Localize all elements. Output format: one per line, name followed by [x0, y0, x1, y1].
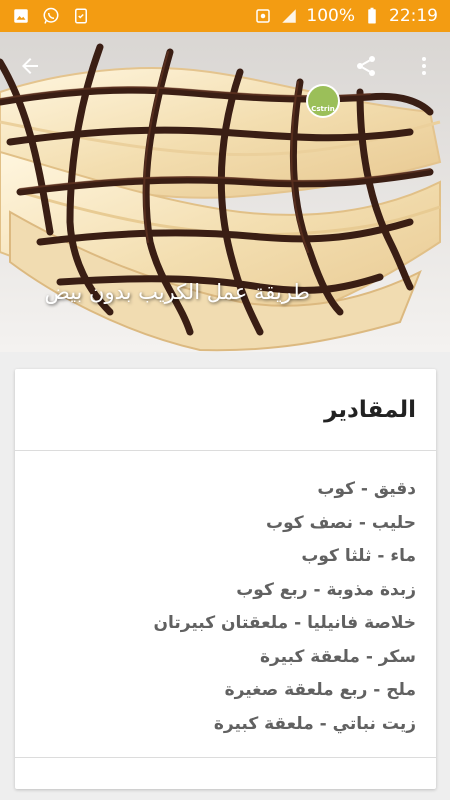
card-divider	[15, 757, 436, 758]
status-right: 100% 22:19	[254, 6, 438, 26]
alarm-icon	[256, 9, 271, 23]
ingredient-item: ملح - ربع ملعقة صغيرة	[224, 680, 416, 700]
recipe-title: طريقة عمل الكريب بدون بيض	[44, 280, 310, 304]
status-left-icons	[12, 7, 90, 25]
share-button[interactable]	[352, 52, 380, 80]
ingredient-item: دقيق - كوب	[317, 479, 416, 499]
more-options-button[interactable]	[410, 52, 438, 80]
ingredient-item: زيت نباتي - ملعقة كبيرة	[213, 713, 416, 734]
gallery-icon	[14, 9, 28, 23]
card-header: المقادير	[15, 369, 436, 451]
ingredients-card: المقادير دقيق - كوب حليب - نصف كوب ماء -…	[15, 369, 436, 789]
more-vert-icon	[422, 57, 426, 75]
badge-text: Cstrin	[311, 105, 335, 113]
back-button[interactable]	[16, 52, 44, 80]
ingredient-item: سكر - ملعقة كبيرة	[260, 646, 416, 667]
back-arrow-icon	[22, 58, 38, 74]
ingredient-item: ماء - ثلثا كوب	[301, 546, 416, 566]
ingredient-item: حليب - نصف كوب	[266, 512, 416, 533]
clock: 22:19	[389, 6, 438, 26]
battery-icon	[368, 7, 376, 24]
app-logo-badge: Cstrin	[306, 84, 340, 118]
whatsapp-icon	[43, 7, 59, 24]
hero-image: Cstrin طريقة عمل الكريب بدون بيض	[0, 32, 450, 352]
crepe-photo	[0, 32, 450, 352]
battery-percent: 100%	[306, 6, 355, 26]
sync-icon	[75, 8, 87, 24]
ingredient-item: خلاصة فانيليا - ملعقتان كبيرتان	[153, 613, 416, 633]
ingredient-item: زبدة مذوبة - ربع كوب	[236, 579, 416, 600]
share-icon	[357, 56, 375, 76]
ingredients-list: دقيق - كوب حليب - نصف كوب ماء - ثلثا كوب…	[15, 451, 436, 741]
ingredients-title: المقادير	[324, 396, 416, 423]
signal-icon	[282, 9, 297, 23]
status-bar: 100% 22:19	[0, 0, 450, 32]
